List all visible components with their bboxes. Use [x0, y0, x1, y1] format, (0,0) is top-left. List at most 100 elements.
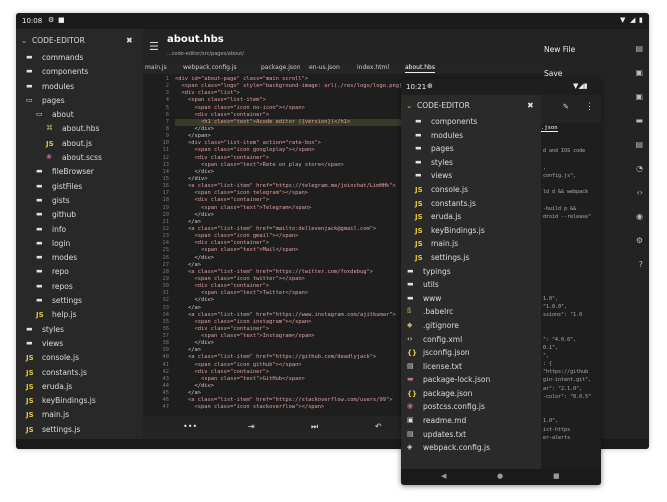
tab-file[interactable]: main.js	[145, 64, 167, 71]
file-tree-item[interactable]: ▬ repos	[16, 280, 143, 294]
file-title: about.hbs	[167, 34, 224, 45]
tab-key-button[interactable]: ⇥	[248, 422, 255, 431]
file-tree-item[interactable]: ▬ modes	[16, 251, 143, 265]
behind-code-line	[543, 222, 591, 230]
line-number: 12	[162, 154, 170, 161]
file-tree-item[interactable]: ▬ info	[16, 223, 143, 237]
drawer-item[interactable]: ▬ pages	[401, 142, 541, 156]
drawer-item[interactable]: ‹› config.xml	[401, 333, 541, 347]
nav-recent-icon[interactable]: ■	[553, 472, 560, 480]
file-tree-item[interactable]: ⌘ about.hbs	[16, 122, 143, 136]
next-button[interactable]: ⏭	[311, 422, 318, 432]
drawer-item[interactable]: ◈ webpack.config.js	[401, 441, 541, 455]
drawer-item[interactable]: ß .babelrc	[401, 305, 541, 319]
drawer-item[interactable]: {} package.json	[401, 387, 541, 401]
drawer-item[interactable]: ◉ postcss.config.js	[401, 400, 541, 414]
file-tree-item[interactable]: ❀ about.scss	[16, 151, 143, 165]
tab-file[interactable]: package.json	[261, 64, 301, 71]
source-text[interactable]: <div id="about-page" class="main scroll"…	[175, 76, 432, 412]
file-tree-item[interactable]: ▬ styles	[16, 323, 143, 337]
file-tree-item[interactable]: ▬ views	[16, 337, 143, 351]
chevron-down-icon[interactable]: ⌄	[406, 101, 412, 110]
drawer-item[interactable]: ▤ license.txt	[401, 360, 541, 374]
file-tree-item[interactable]: ▬ modules	[16, 80, 143, 94]
chevron-down-icon[interactable]: ⌄	[21, 36, 27, 45]
file-tree-item[interactable]: ▬ repo	[16, 265, 143, 279]
file-tree-item[interactable]: ▬ fileBrowser	[16, 165, 143, 179]
nav-home-icon[interactable]: ●	[497, 472, 503, 480]
tab-file[interactable]: en-us.json	[309, 64, 340, 71]
drawer-item[interactable]: ▬ modules	[401, 129, 541, 143]
drawer-item[interactable]: JS keyBindings.js	[401, 224, 541, 238]
file-tree-item[interactable]: ▬ github	[16, 208, 143, 222]
undo-button[interactable]: ↶	[375, 422, 382, 431]
drawer-item-label: modules	[431, 130, 464, 140]
tab-file[interactable]: about.hbs	[405, 64, 435, 73]
file-tree-item[interactable]: ▬ commands	[16, 51, 143, 65]
drawer-item[interactable]: ▬ utils	[401, 278, 541, 292]
folder-icon: ▬	[36, 296, 43, 305]
drawer-item[interactable]: ▬ www	[401, 292, 541, 306]
file-tree-item[interactable]: JS console.js	[16, 351, 143, 365]
drawer-item-label: utils	[423, 280, 439, 290]
drawer-item[interactable]: ▬ typings	[401, 265, 541, 279]
line-number: 9	[165, 133, 169, 140]
drawer-item[interactable]: ◆ .gitignore	[401, 319, 541, 333]
behind-code-line: d and IOS code	[543, 148, 586, 155]
file-tree-item[interactable]: ▬ components	[16, 65, 143, 79]
file-tree-item[interactable]: JS eruda.js	[16, 380, 143, 394]
more-button[interactable]: •••	[183, 422, 197, 431]
drawer-item[interactable]: JS eruda.js	[401, 210, 541, 224]
tab-file[interactable]: index.html	[357, 64, 389, 71]
file-tree-item[interactable]: ▬ gistFiles	[16, 180, 143, 194]
tab-file[interactable]: webpack.config.js	[183, 64, 237, 71]
drawer-item-label: pages	[431, 144, 454, 154]
drawer-item[interactable]: ▤ updates.txt	[401, 428, 541, 442]
npm-file-icon: ▬	[407, 375, 414, 384]
more-vert-icon[interactable]: ⋮	[585, 102, 594, 112]
drawer-item[interactable]: ▬ styles	[401, 156, 541, 170]
line-number: 22	[162, 225, 170, 232]
close-icon[interactable]: ✖	[126, 36, 133, 45]
js-file-icon: JS	[36, 311, 44, 320]
code-line: <span class="text">GitHub</span>	[175, 375, 305, 382]
folder-icon: ▬	[407, 293, 414, 302]
menu-item-label: New File	[544, 45, 576, 54]
drawer-item[interactable]: ▬ components	[401, 115, 541, 129]
line-number: 29	[162, 275, 170, 282]
nav-back-icon[interactable]: ◀	[441, 472, 446, 480]
file-tree-item[interactable]: JS keyBindings.js	[16, 394, 143, 408]
drawer-item[interactable]: JS settings.js	[401, 251, 541, 265]
file-tree-item[interactable]: JS constants.js	[16, 366, 143, 380]
behind-code-line: -color": "0.0.5"	[543, 393, 592, 400]
drawer-item[interactable]: ▣ readme.md	[401, 414, 541, 428]
json-file-icon: {}	[407, 349, 417, 358]
drawer-item[interactable]: JS constants.js	[401, 197, 541, 211]
js-file-icon: JS	[415, 185, 423, 194]
behind-code-line	[543, 410, 591, 418]
file-tree-item[interactable]: JS main.js	[16, 408, 143, 422]
file-tree-item[interactable]: ▬ settings	[16, 294, 143, 308]
drawer-item[interactable]: ▬ views	[401, 169, 541, 183]
file-tree-item[interactable]: ▭ about	[16, 108, 143, 122]
edit-icon[interactable]: ✎	[563, 102, 568, 112]
file-tree-item[interactable]: ▬ gists	[16, 194, 143, 208]
drawer-item[interactable]: ▬ package-lock.json	[401, 373, 541, 387]
menu-icon[interactable]: ☰	[149, 40, 159, 53]
file-tree-item[interactable]: JS settings.js	[16, 423, 143, 437]
drawer-item[interactable]: JS main.js	[401, 237, 541, 251]
phone-active-tab[interactable]: .json	[541, 125, 558, 132]
line-number: 5	[165, 104, 169, 111]
drawer-item[interactable]: {} jsconfig.json	[401, 346, 541, 360]
drawer-item[interactable]: JS console.js	[401, 183, 541, 197]
file-tree-item[interactable]: JS about.js	[16, 137, 143, 151]
menu-item[interactable]: New File ▤	[544, 39, 649, 63]
folder-icon: ▬	[26, 324, 33, 333]
code-line: </div>	[175, 340, 214, 347]
close-icon[interactable]: ✖	[527, 101, 534, 110]
code-line: <span class="text">Mail</span>	[175, 247, 299, 254]
code-line: </div>	[175, 297, 214, 304]
file-tree-item[interactable]: JS help.js	[16, 308, 143, 322]
file-tree-item[interactable]: ▬ login	[16, 237, 143, 251]
file-tree-item[interactable]: ▭ pages	[16, 94, 143, 108]
